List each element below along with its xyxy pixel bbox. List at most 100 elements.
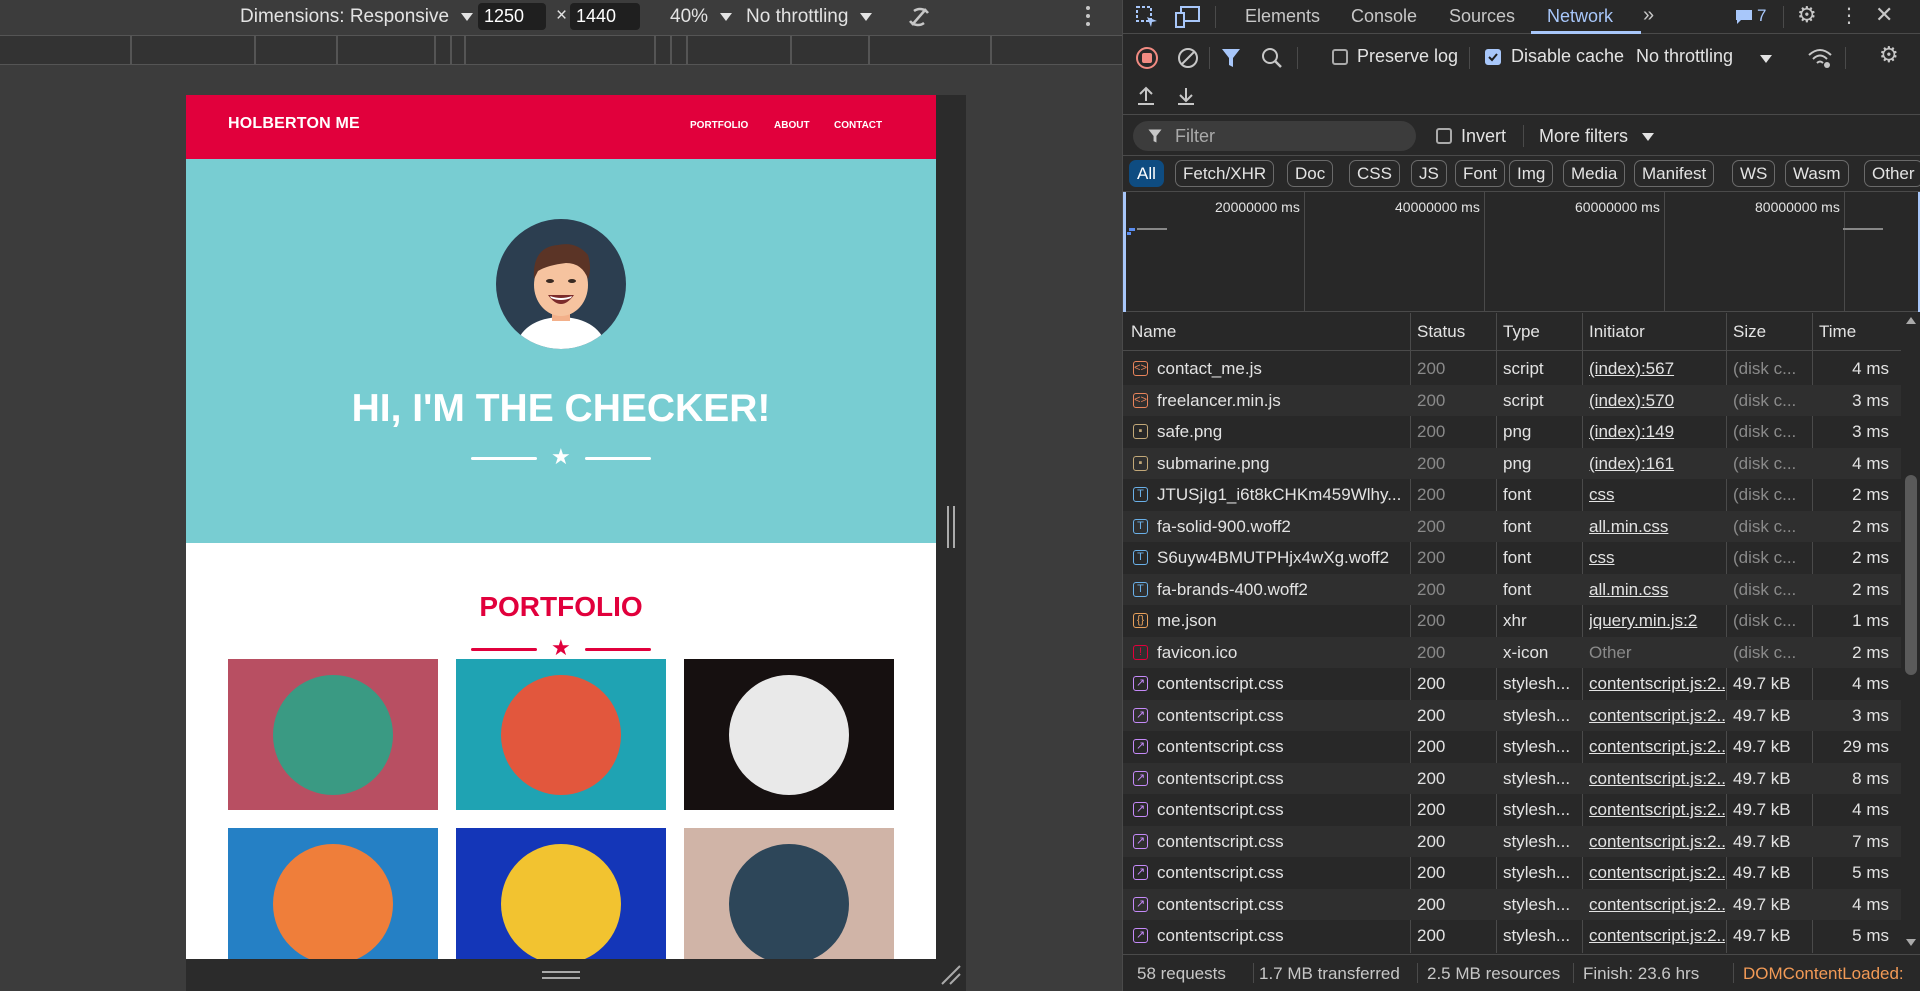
type-filter-other[interactable]: Other (1864, 160, 1920, 187)
network-request-row[interactable]: <> contact_me.js 200 script (index):567 (disk… (1123, 353, 1901, 385)
request-initiator[interactable]: contentscript.js:2... (1589, 863, 1725, 883)
network-request-row[interactable]: ↗ contentscript.css 200 stylesh... contentsc… (1123, 825, 1901, 857)
portfolio-item[interactable] (228, 659, 438, 810)
device-toggle-icon[interactable] (1175, 5, 1201, 29)
column-header-status[interactable]: Status (1417, 322, 1465, 342)
network-request-row[interactable]: ↗ contentscript.css 200 stylesh... contentsc… (1123, 794, 1901, 826)
rotate-icon[interactable] (904, 3, 934, 31)
column-header-type[interactable]: Type (1503, 322, 1540, 342)
network-request-row[interactable]: ▪ safe.png 200 png (index):149 (disk c... 3 ms (1123, 416, 1901, 448)
filter-input[interactable]: Filter (1133, 121, 1416, 151)
type-filter-css[interactable]: CSS (1349, 160, 1400, 187)
tab-network[interactable]: Network (1547, 6, 1613, 27)
disable-cache-checkbox[interactable] (1485, 49, 1501, 65)
site-brand[interactable]: HOLBERTON ME (228, 115, 360, 133)
network-request-row[interactable]: ↗ contentscript.css 200 stylesh... contentsc… (1123, 762, 1901, 794)
network-throttling-dropdown[interactable]: No throttling (1636, 46, 1733, 67)
request-initiator[interactable]: jquery.min.js:2 (1589, 611, 1725, 631)
filter-icon[interactable] (1221, 47, 1241, 69)
request-initiator[interactable]: contentscript.js:2... (1589, 674, 1725, 694)
tab-sources[interactable]: Sources (1449, 6, 1515, 27)
scrollbar-thumb[interactable] (1905, 475, 1917, 675)
tab-elements[interactable]: Elements (1245, 6, 1320, 27)
issues-icon[interactable] (1735, 9, 1753, 25)
network-overview[interactable]: 20000000 ms 40000000 ms 60000000 ms 8000… (1123, 192, 1920, 312)
network-request-row[interactable]: <> freelancer.min.js 200 script (index):570 (… (1123, 384, 1901, 416)
request-initiator[interactable]: (index):567 (1589, 359, 1725, 379)
type-filter-font[interactable]: Font (1455, 160, 1506, 187)
network-request-row[interactable]: ↗ contentscript.css 200 stylesh... contentsc… (1123, 888, 1901, 920)
more-filters-dropdown[interactable]: More filters (1539, 126, 1628, 147)
network-request-row[interactable]: Tfa-brands-400.woff2 200 font all.min.css (d… (1123, 573, 1901, 605)
column-header-name[interactable]: Name (1131, 322, 1176, 342)
height-input[interactable] (570, 3, 640, 30)
portfolio-item[interactable] (456, 659, 666, 810)
column-header-size[interactable]: Size (1733, 322, 1766, 342)
preserve-log-checkbox[interactable] (1332, 49, 1348, 65)
column-header-time[interactable]: Time (1819, 322, 1856, 342)
resize-handle-right[interactable] (947, 506, 955, 548)
request-initiator[interactable]: (index):161 (1589, 454, 1725, 474)
portfolio-item[interactable] (684, 659, 894, 810)
type-filter-img[interactable]: Img (1509, 160, 1554, 187)
close-icon[interactable]: ✕ (1875, 2, 1893, 28)
scroll-up-icon[interactable] (1906, 317, 1916, 324)
network-request-row[interactable]: T S6uyw4BMUTPHjx4wXg.woff2 200 font css (disk… (1123, 542, 1901, 574)
portfolio-item[interactable] (228, 828, 438, 959)
network-request-row[interactable]: ↗ contentscript.css 200 stylesh... contentsc… (1123, 668, 1901, 700)
record-icon[interactable] (1136, 47, 1158, 69)
request-initiator[interactable]: contentscript.js:2... (1589, 895, 1725, 915)
type-filter-doc[interactable]: Doc (1287, 160, 1334, 187)
nav-link-portfolio[interactable]: PORTFOLIO (690, 120, 748, 131)
issues-count[interactable]: 7 (1757, 6, 1766, 26)
column-header-initiator[interactable]: Initiator (1589, 322, 1645, 342)
portfolio-item[interactable] (456, 828, 666, 959)
request-initiator[interactable]: css (1589, 485, 1725, 505)
more-options-icon[interactable] (1086, 6, 1090, 28)
nav-link-about[interactable]: ABOUT (774, 120, 810, 131)
request-initiator[interactable]: all.min.css (1589, 580, 1725, 600)
network-request-row[interactable]: Tfa-solid-900.woff2 200 font all.min.css (di… (1123, 510, 1901, 542)
request-initiator[interactable]: (index):149 (1589, 422, 1725, 442)
request-initiator[interactable]: all.min.css (1589, 517, 1725, 537)
request-initiator[interactable]: contentscript.js:2... (1589, 832, 1725, 852)
request-initiator[interactable]: contentscript.js:2... (1589, 800, 1725, 820)
network-conditions-icon[interactable] (1807, 47, 1833, 69)
settings-gear-icon[interactable]: ⚙ (1797, 2, 1817, 28)
network-request-row[interactable]: ↗ contentscript.css 200 stylesh... contentsc… (1123, 731, 1901, 763)
tab-console[interactable]: Console (1351, 6, 1417, 27)
search-icon[interactable] (1261, 47, 1283, 69)
nav-link-contact[interactable]: CONTACT (834, 120, 882, 131)
more-options-icon[interactable]: ⋮ (1839, 3, 1859, 28)
dimensions-dropdown[interactable]: Dimensions: Responsive (240, 4, 474, 30)
type-filter-ws[interactable]: WS (1732, 160, 1776, 187)
more-tabs-icon[interactable]: » (1643, 4, 1654, 27)
resize-handle-bottom[interactable] (542, 971, 580, 979)
export-har-icon[interactable] (1175, 85, 1197, 107)
network-request-row[interactable]: ↗ contentscript.css 200 stylesh... contentsc… (1123, 857, 1901, 889)
network-request-row[interactable]: {} me.json 200 xhr jquery.min.js:2 (disk c...… (1123, 605, 1901, 637)
scroll-down-icon[interactable] (1906, 939, 1916, 946)
request-initiator[interactable]: contentscript.js:2... (1589, 926, 1725, 946)
request-initiator[interactable]: contentscript.js:2... (1589, 769, 1725, 789)
invert-checkbox[interactable] (1436, 128, 1452, 144)
type-filter-all[interactable]: All (1129, 160, 1164, 187)
type-filter-js[interactable]: JS (1411, 160, 1447, 187)
request-initiator[interactable]: contentscript.js:2... (1589, 737, 1725, 757)
network-request-row[interactable]: ↗ contentscript.css 200 stylesh... contentsc… (1123, 920, 1901, 952)
type-filter-wasm[interactable]: Wasm (1785, 160, 1849, 187)
portfolio-item[interactable] (684, 828, 894, 959)
network-request-row[interactable]: T JTUSjIg1_i6t8kCHKm459Wlhy... 200 font css (… (1123, 479, 1901, 511)
type-filter-fetch-xhr[interactable]: Fetch/XHR (1175, 160, 1275, 187)
type-filter-media[interactable]: Media (1563, 160, 1626, 187)
clear-icon[interactable] (1177, 47, 1199, 69)
width-input[interactable] (478, 3, 546, 30)
inspect-element-icon[interactable] (1135, 5, 1159, 29)
network-settings-icon[interactable]: ⚙ (1879, 42, 1899, 68)
request-initiator[interactable]: (index):570 (1589, 391, 1725, 411)
network-request-row[interactable]: ↗ contentscript.css 200 stylesh... contentsc… (1123, 699, 1901, 731)
type-filter-manifest[interactable]: Manifest (1634, 160, 1715, 187)
import-har-icon[interactable] (1135, 85, 1157, 107)
request-initiator[interactable]: contentscript.js:2... (1589, 706, 1725, 726)
zoom-dropdown[interactable]: 40% (670, 4, 733, 30)
